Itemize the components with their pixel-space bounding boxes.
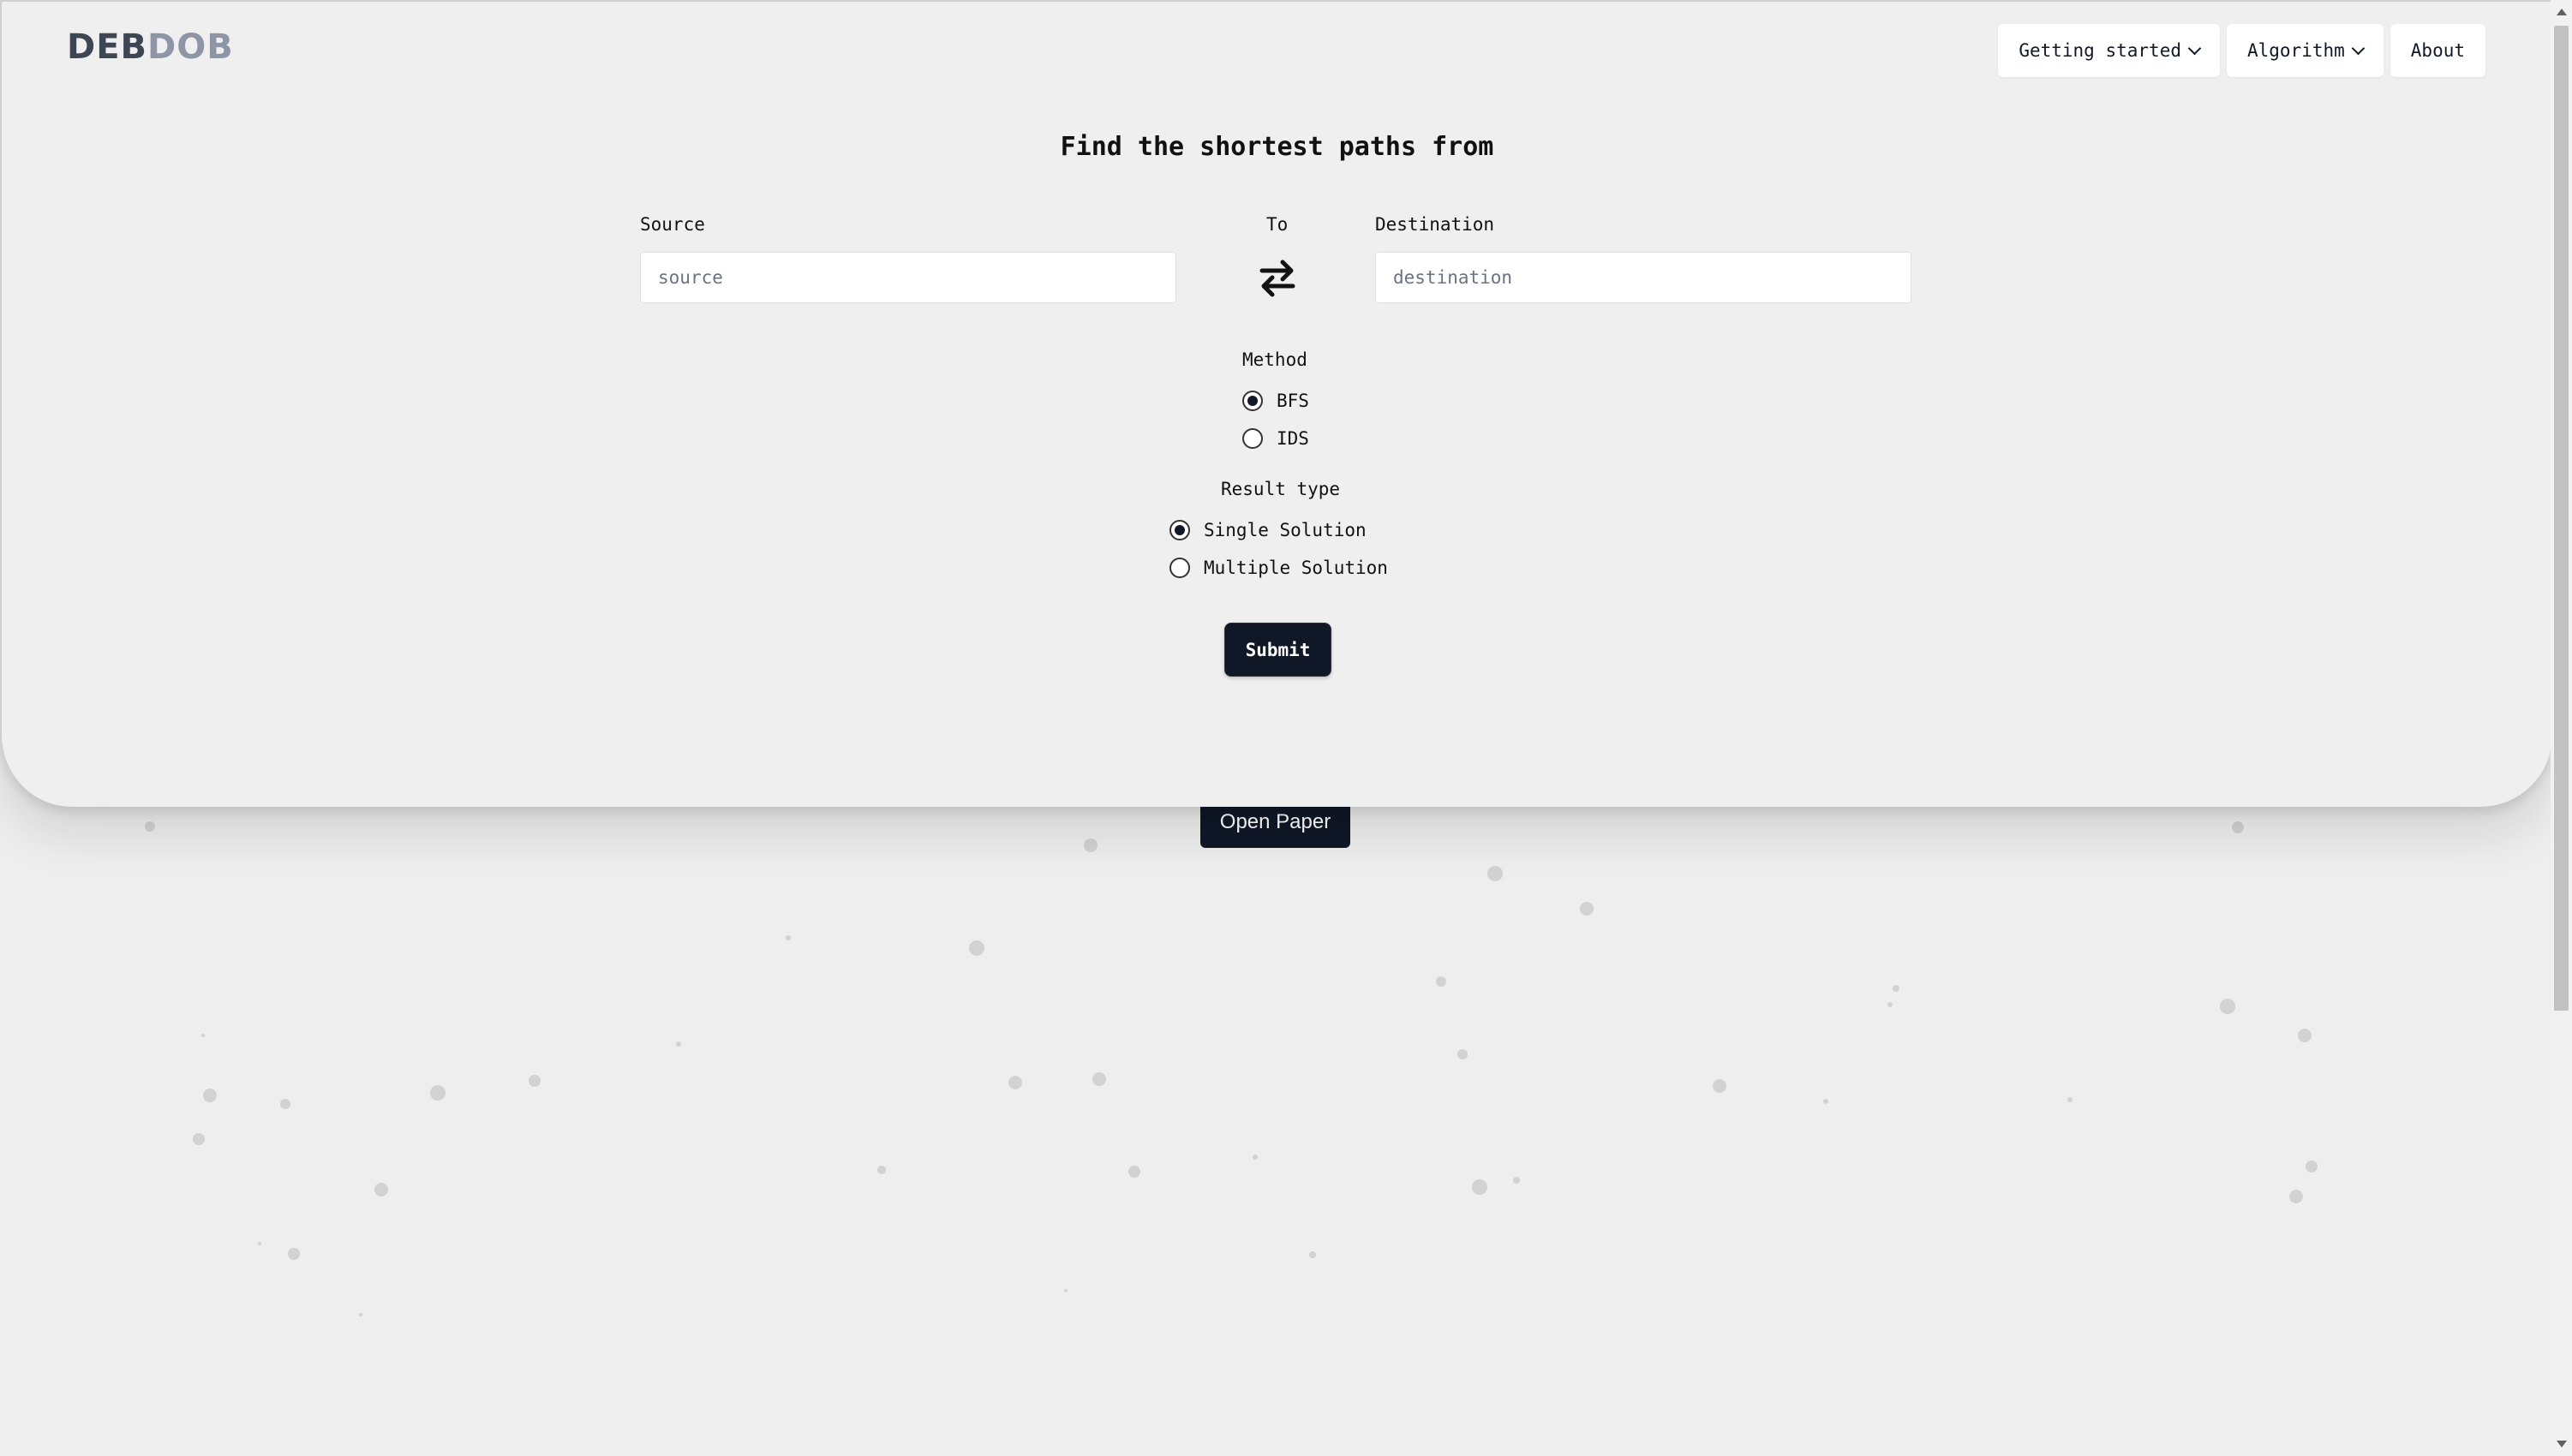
particle-dot bbox=[1064, 1289, 1068, 1292]
result-option-label: Single Solution bbox=[1204, 520, 1367, 540]
scroll-thumb[interactable] bbox=[2554, 26, 2569, 1011]
algorithm-menu[interactable]: Algorithm bbox=[2226, 24, 2384, 77]
result-type-label: Result type bbox=[1221, 479, 1341, 499]
about-link[interactable]: About bbox=[2390, 24, 2485, 77]
particle-dot bbox=[2306, 1161, 2318, 1173]
method-option-label: IDS bbox=[1277, 428, 1309, 449]
particle-dot bbox=[877, 1166, 886, 1174]
particle-dot bbox=[203, 1089, 217, 1102]
vertical-scrollbar[interactable] bbox=[2551, 0, 2572, 1456]
particle-dot bbox=[1436, 976, 1446, 987]
particle-dot bbox=[374, 1183, 388, 1196]
particle-dot bbox=[676, 1041, 681, 1047]
destination-label: Destination bbox=[1375, 214, 1495, 235]
method-option-ids[interactable]: IDS bbox=[1242, 428, 1309, 449]
particle-dot bbox=[1893, 985, 1899, 992]
particle-dot bbox=[1008, 1076, 1022, 1089]
particle-dot bbox=[288, 1248, 300, 1260]
destination-input[interactable] bbox=[1375, 252, 1911, 303]
particle-dot bbox=[1580, 902, 1594, 916]
scroll-down-icon[interactable] bbox=[2557, 1441, 2567, 1447]
to-label: To bbox=[1266, 214, 1289, 235]
particle-dot bbox=[1092, 1072, 1106, 1086]
particle-dot bbox=[1887, 1002, 1893, 1007]
algorithm-label: Algorithm bbox=[2246, 40, 2345, 61]
particle-dot bbox=[1487, 866, 1503, 881]
swap-arrows-icon[interactable] bbox=[1259, 257, 1296, 298]
logo[interactable]: DEBDOB bbox=[67, 27, 234, 67]
getting-started-label: Getting started bbox=[2019, 40, 2181, 61]
particle-dot bbox=[1457, 1049, 1468, 1059]
particle-dot bbox=[969, 940, 984, 956]
particle-dot bbox=[1472, 1179, 1487, 1195]
logo-text-primary: DEB bbox=[67, 27, 148, 67]
particle-dot bbox=[193, 1133, 205, 1145]
top-nav: Getting started Algorithm About bbox=[1998, 24, 2485, 77]
source-label: Source bbox=[640, 214, 705, 235]
getting-started-menu[interactable]: Getting started bbox=[1998, 24, 2220, 77]
submit-button[interactable]: Submit bbox=[1224, 623, 1331, 677]
search-panel: DEBDOB Getting started Algorithm About F… bbox=[0, 0, 2552, 807]
particle-dot bbox=[1513, 1177, 1520, 1184]
radio-checked-icon[interactable] bbox=[1169, 520, 1190, 540]
particle-dot bbox=[280, 1099, 290, 1109]
particle-dot bbox=[786, 935, 791, 940]
particle-dot bbox=[258, 1242, 261, 1245]
particle-dot bbox=[430, 1085, 446, 1101]
particle-dot bbox=[1713, 1079, 1726, 1093]
particle-dot bbox=[1309, 1251, 1316, 1258]
particle-dot bbox=[529, 1075, 541, 1087]
chevron-down-icon bbox=[2187, 41, 2202, 55]
particle-dot bbox=[1084, 838, 1098, 852]
radio-checked-icon[interactable] bbox=[1242, 391, 1263, 411]
method-label: Method bbox=[1242, 349, 1307, 370]
particle-dot bbox=[1823, 1099, 1828, 1104]
source-input[interactable] bbox=[640, 252, 1176, 303]
method-option-bfs[interactable]: BFS bbox=[1242, 391, 1309, 411]
particle-dot bbox=[145, 821, 155, 832]
particle-dot bbox=[1253, 1155, 1258, 1160]
particle-dot bbox=[1128, 1166, 1140, 1178]
particle-dot bbox=[2298, 1029, 2312, 1042]
result-option-label: Multiple Solution bbox=[1204, 558, 1388, 578]
radio-unchecked-icon[interactable] bbox=[1169, 558, 1190, 578]
particle-dot bbox=[2067, 1097, 2073, 1102]
scroll-up-icon[interactable] bbox=[2557, 9, 2567, 15]
particle-dot bbox=[2232, 821, 2244, 833]
particle-dot bbox=[359, 1313, 362, 1316]
result-option-multiple[interactable]: Multiple Solution bbox=[1169, 558, 1388, 578]
result-option-single[interactable]: Single Solution bbox=[1169, 520, 1367, 540]
radio-unchecked-icon[interactable] bbox=[1242, 428, 1263, 449]
method-option-label: BFS bbox=[1277, 391, 1309, 411]
particle-dot bbox=[201, 1034, 205, 1037]
particle-dot bbox=[2289, 1190, 2303, 1203]
logo-text-secondary: DOB bbox=[147, 27, 234, 67]
about-label: About bbox=[2410, 40, 2465, 61]
form-title: Find the shortest paths from bbox=[1060, 132, 1494, 162]
chevron-down-icon bbox=[2351, 41, 2366, 55]
particle-dot bbox=[2220, 999, 2235, 1014]
